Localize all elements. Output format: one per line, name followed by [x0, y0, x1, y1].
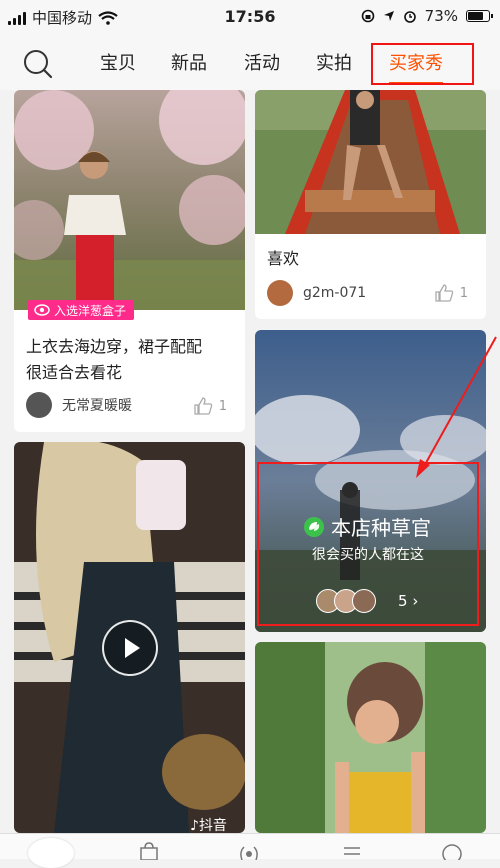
post-author[interactable]: 无常夏暖暖 [26, 392, 132, 418]
like-count: 1 [218, 398, 227, 414]
post-title: 喜欢 [267, 249, 300, 268]
tab-shipai[interactable]: 实拍 [316, 50, 352, 78]
tab-xinpin[interactable]: 新品 [171, 50, 207, 78]
post-image [255, 642, 486, 833]
avatar [267, 280, 293, 306]
location-icon [383, 11, 394, 21]
avatar [26, 392, 52, 418]
tab-baobei[interactable]: 宝贝 [100, 50, 136, 78]
play-icon [125, 638, 140, 658]
search-icon [24, 50, 53, 79]
post-card[interactable]: 喜欢 g2m-071 1 [255, 90, 486, 319]
like-button[interactable]: 1 [193, 397, 227, 415]
featured-badge: 入选洋葱盒子 [28, 300, 135, 320]
battery-percent: 73% [424, 7, 458, 25]
post-title-line2: 很适合去看花 [26, 363, 123, 382]
like-button[interactable]: 1 [434, 284, 468, 302]
list-icon[interactable] [340, 844, 362, 860]
post-card[interactable]: 入选洋葱盒子 上衣去海边穿，裙子配配 很适合去看花 无常夏暖暖 1 [14, 90, 245, 432]
service-icon[interactable] [440, 842, 464, 860]
eye-icon [34, 304, 50, 316]
featured-badge-label: 入选洋葱盒子 [54, 303, 127, 318]
like-count: 1 [459, 285, 468, 301]
author-name: g2m-071 [303, 285, 367, 301]
author-name: 无常夏暖暖 [62, 398, 132, 414]
annotation-box-tab [371, 43, 474, 85]
post-title-line1: 上衣去海边穿，裙子配配 [26, 337, 203, 356]
home-tab-button[interactable] [28, 838, 74, 868]
rotation-lock-icon [361, 9, 374, 23]
douyin-label: 抖音 [198, 818, 227, 834]
thumbs-up-icon [435, 284, 453, 302]
play-button[interactable] [102, 620, 158, 676]
douyin-watermark: ♪抖音 [190, 815, 227, 835]
status-bar: 中国移动 17:56 73% [0, 0, 500, 34]
post-author[interactable]: g2m-071 [267, 280, 366, 306]
post-image [14, 90, 245, 310]
annotation-arrow [416, 336, 497, 478]
search-button[interactable] [22, 48, 54, 80]
post-image [255, 90, 486, 234]
thumbs-up-icon [194, 397, 212, 415]
tab-huodong[interactable]: 活动 [244, 50, 280, 78]
annotation-box-promo [257, 462, 479, 626]
alarm-icon [403, 11, 416, 23]
live-icon[interactable] [236, 842, 262, 860]
douyin-icon: ♪ [190, 818, 199, 834]
bottom-tab-bar [0, 833, 500, 868]
battery-icon [466, 10, 493, 22]
bag-icon[interactable] [138, 842, 160, 860]
post-card[interactable] [255, 642, 486, 833]
